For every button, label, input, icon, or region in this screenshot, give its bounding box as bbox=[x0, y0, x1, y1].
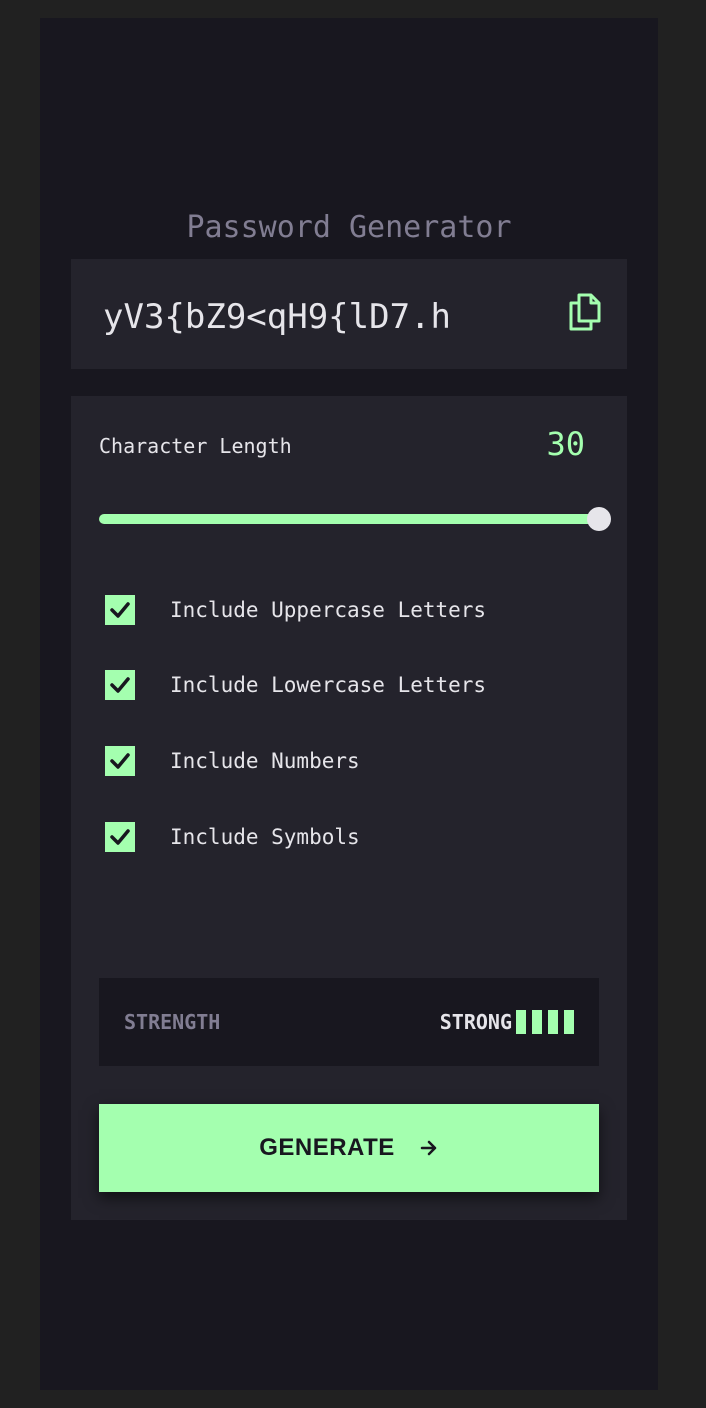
slider-fill bbox=[99, 514, 599, 524]
strength-bar bbox=[564, 1010, 574, 1034]
option-lowercase[interactable]: Include Lowercase Letters bbox=[105, 669, 575, 703]
strength-bar bbox=[548, 1010, 558, 1034]
symbols-label: Include Symbols bbox=[170, 825, 360, 849]
lowercase-checkbox[interactable] bbox=[105, 670, 135, 700]
numbers-label: Include Numbers bbox=[170, 749, 360, 773]
strength-bar bbox=[516, 1010, 526, 1034]
option-numbers[interactable]: Include Numbers bbox=[105, 745, 575, 779]
arrow-right-icon bbox=[420, 1140, 437, 1156]
lowercase-label: Include Lowercase Letters bbox=[170, 673, 487, 697]
length-slider[interactable] bbox=[99, 507, 611, 531]
strength-bar bbox=[532, 1010, 542, 1034]
password-output: yV3{bZ9<qH9{lD7.h bbox=[71, 259, 627, 369]
check-icon bbox=[110, 677, 130, 693]
symbols-checkbox[interactable] bbox=[105, 822, 135, 852]
option-symbols[interactable]: Include Symbols bbox=[105, 821, 575, 855]
uppercase-checkbox[interactable] bbox=[105, 595, 135, 625]
strength-value: STRONG bbox=[439, 1010, 512, 1034]
settings-panel: Character Length 30 Include Uppercase Le… bbox=[71, 396, 627, 1220]
password-text: yV3{bZ9<qH9{lD7.h bbox=[103, 297, 451, 337]
strength-label: STRENGTH bbox=[124, 1010, 221, 1034]
generate-label: GENERATE bbox=[259, 1134, 395, 1161]
strength-bars bbox=[516, 1010, 574, 1034]
option-uppercase[interactable]: Include Uppercase Letters bbox=[105, 594, 575, 628]
check-icon bbox=[110, 602, 130, 618]
app-frame: Password Generator yV3{bZ9<qH9{lD7.h Cha… bbox=[40, 18, 658, 1390]
uppercase-label: Include Uppercase Letters bbox=[170, 598, 487, 622]
generate-button[interactable]: GENERATE bbox=[99, 1104, 599, 1192]
check-icon bbox=[110, 753, 130, 769]
check-icon bbox=[110, 829, 130, 845]
page-title: Password Generator bbox=[186, 210, 512, 245]
strength-meter: STRENGTH STRONG bbox=[99, 978, 599, 1066]
slider-thumb[interactable] bbox=[587, 507, 611, 531]
numbers-checkbox[interactable] bbox=[105, 746, 135, 776]
copy-icon[interactable] bbox=[567, 293, 601, 331]
character-length-label: Character Length bbox=[99, 434, 292, 458]
character-length-value: 30 bbox=[546, 425, 585, 463]
